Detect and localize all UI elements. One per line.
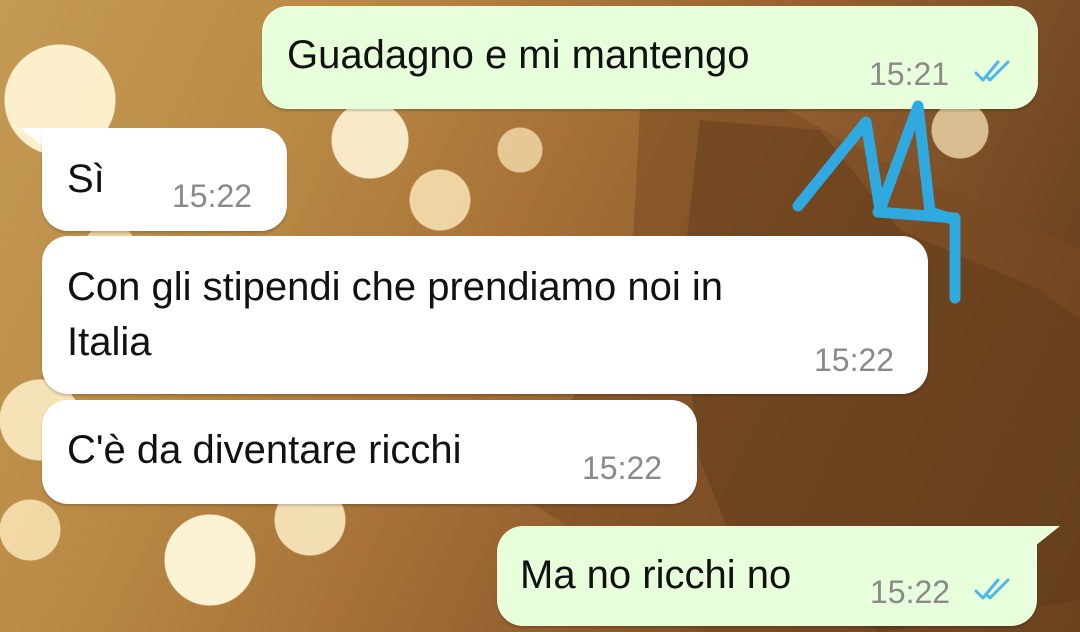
- message-text: Guadagno e mi mantengo: [287, 33, 750, 77]
- message-time: 15:22: [172, 178, 253, 214]
- message-text: Con gli stipendi che prendiamo noi in It…: [67, 265, 723, 364]
- bubble-tail: [1030, 526, 1060, 550]
- message-text: C'è da diventare ricchi: [67, 428, 462, 472]
- message-time: 15:21: [869, 56, 950, 92]
- message-time: 15:22: [582, 450, 663, 486]
- message-bubble-incoming[interactable]: Con gli stipendi che prendiamo noi in It…: [42, 236, 928, 394]
- message-text: Sì: [67, 157, 105, 201]
- chat-screen: Guadagno e mi mantengo 15:21 Sì 15:22 Co…: [0, 0, 1080, 632]
- message-bubble-incoming[interactable]: C'è da diventare ricchi 15:22: [42, 400, 697, 504]
- message-bubble-outgoing[interactable]: Guadagno e mi mantengo 15:21: [262, 6, 1038, 109]
- message-bubble-incoming[interactable]: Sì 15:22: [42, 128, 287, 231]
- message-text: Ma no ricchi no: [520, 553, 792, 597]
- message-time: 15:22: [870, 574, 951, 610]
- double-check-icon: [974, 60, 1010, 82]
- message-bubble-outgoing[interactable]: Ma no ricchi no 15:22: [497, 526, 1037, 626]
- double-check-icon: [974, 578, 1010, 600]
- message-time: 15:22: [814, 342, 895, 378]
